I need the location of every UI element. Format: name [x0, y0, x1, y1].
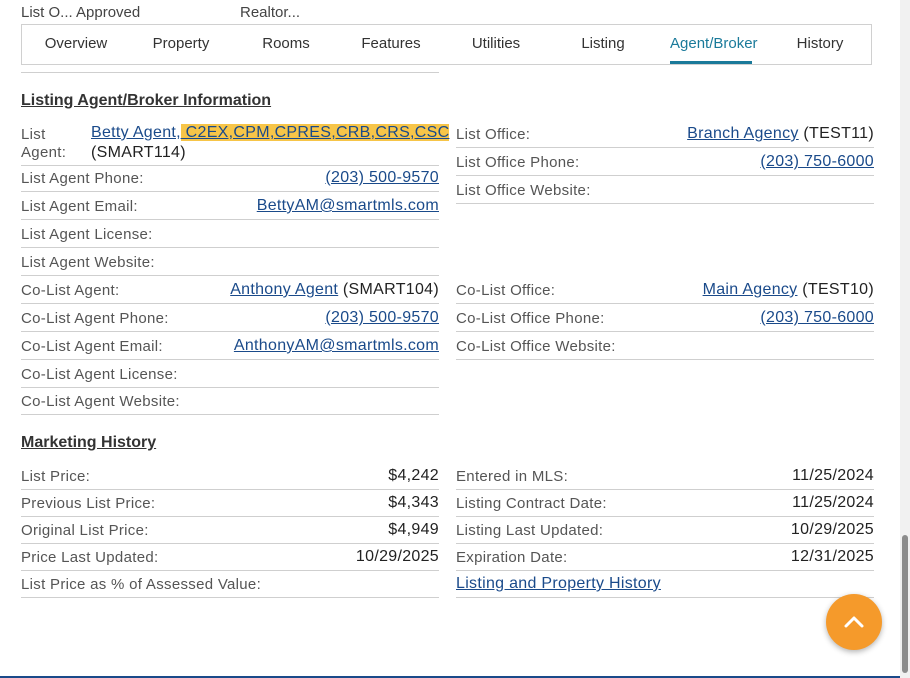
list-agent-label-1: List — [21, 126, 46, 143]
co-list-agent-phone-row: Co-List Agent Phone: (203) 500-9570 — [21, 306, 439, 332]
scrollbar-thumb[interactable] — [902, 535, 908, 673]
list-agent-value: Betty Agent, C2EX,CPM,CPRES,CRB,CRS,CSC — [91, 124, 450, 142]
clipped-content-above: List O... Approved Realtor... — [0, 0, 900, 22]
tab-overview[interactable]: Overview — [40, 25, 112, 64]
co-list-agent-phone-link[interactable]: (203) 500-9570 — [325, 309, 439, 326]
vertical-scrollbar[interactable] — [900, 0, 910, 678]
listing-last-updated-value: 10/29/2025 — [790, 521, 874, 538]
co-list-agent-name-link[interactable]: Anthony Agent — [230, 281, 338, 298]
list-agent-email-link[interactable]: BettyAM@smartmls.com — [257, 197, 439, 214]
listing-last-updated-row: Listing Last Updated: 10/29/2025 — [456, 518, 874, 544]
co-list-office-label: Co-List Office: — [456, 282, 556, 299]
list-office-name-link[interactable]: Branch Agency — [687, 125, 799, 142]
list-agent-row: List Agent: Betty Agent, C2EX,CPM,CPRES,… — [21, 122, 450, 166]
history-link-row: Listing and Property History — [456, 572, 874, 598]
tab-property[interactable]: Property — [150, 25, 212, 64]
tab-listing[interactable]: Listing — [577, 25, 629, 64]
listing-last-updated-label: Listing Last Updated: — [456, 522, 604, 539]
tab-agent-broker[interactable]: Agent/Broker — [670, 25, 758, 64]
list-office-phone-row: List Office Phone: (203) 750-6000 — [456, 150, 874, 176]
co-list-office-website-label: Co-List Office Website: — [456, 338, 616, 355]
list-agent-email-row: List Agent Email: BettyAM@smartmls.com — [21, 194, 439, 220]
co-list-office-phone-row: Co-List Office Phone: (203) 750-6000 — [456, 306, 874, 332]
co-list-office-id: (TEST10) — [797, 281, 874, 298]
previous-list-price-value: $4,343 — [388, 494, 439, 511]
section-title-agent: Listing Agent/Broker Information — [21, 92, 272, 109]
clipped-left-text: List O... Approved — [21, 4, 141, 21]
list-office-row: List Office: Branch Agency (TEST11) — [456, 122, 874, 148]
entered-in-mls-row: Entered in MLS: 11/25/2024 — [456, 464, 874, 490]
list-agent-name-link[interactable]: Betty Agent, — [91, 124, 181, 141]
co-list-agent-website-row: Co-List Agent Website: — [21, 389, 439, 415]
list-price-assessed-label: List Price as % of Assessed Value: — [21, 576, 262, 593]
list-price-label: List Price: — [21, 468, 91, 485]
price-last-updated-value: 10/29/2025 — [355, 548, 439, 565]
co-list-agent-row: Co-List Agent: Anthony Agent (SMART104) — [21, 278, 439, 304]
original-list-price-value: $4,949 — [388, 521, 439, 538]
list-office-phone-label: List Office Phone: — [456, 154, 580, 171]
list-office-phone-link[interactable]: (203) 750-6000 — [760, 153, 874, 170]
original-list-price-label: Original List Price: — [21, 522, 149, 539]
price-last-updated-label: Price Last Updated: — [21, 549, 159, 566]
entered-in-mls-value: 11/25/2024 — [792, 467, 874, 484]
list-office-label: List Office: — [456, 126, 531, 143]
co-list-agent-phone-label: Co-List Agent Phone: — [21, 310, 169, 327]
expiration-date-value: 12/31/2025 — [790, 548, 874, 565]
co-list-agent-license-row: Co-List Agent License: — [21, 362, 439, 388]
previous-list-price-row: Previous List Price: $4,343 — [21, 491, 439, 517]
agent-designations: C2EX,CPM,CPRES,CRB,CRS,CSC — [180, 124, 450, 141]
list-agent-phone-row: List Agent Phone: (203) 500-9570 — [21, 166, 439, 192]
expiration-date-label: Expiration Date: — [456, 549, 568, 566]
list-agent-website-label: List Agent Website: — [21, 254, 155, 271]
list-agent-email-label: List Agent Email: — [21, 198, 138, 215]
co-list-agent-email-row: Co-List Agent Email: AnthonyAM@smartmls.… — [21, 334, 439, 360]
tab-rooms[interactable]: Rooms — [260, 25, 312, 64]
list-office-website-row: List Office Website: — [456, 178, 874, 204]
co-list-office-website-row: Co-List Office Website: — [456, 334, 874, 360]
list-agent-license-row: List Agent License: — [21, 222, 439, 248]
list-agent-label-2: Agent: — [21, 144, 67, 161]
co-list-agent-license-label: Co-List Agent License: — [21, 366, 178, 383]
chevron-up-icon — [844, 616, 864, 628]
listing-property-history-link[interactable]: Listing and Property History — [456, 575, 661, 593]
list-price-assessed-row: List Price as % of Assessed Value: — [21, 572, 439, 598]
list-agent-phone-link[interactable]: (203) 500-9570 — [325, 169, 439, 186]
price-last-updated-row: Price Last Updated: 10/29/2025 — [21, 545, 439, 571]
list-agent-website-row: List Agent Website: — [21, 250, 439, 276]
list-price-row: List Price: $4,242 — [21, 464, 439, 490]
co-list-agent-website-label: Co-List Agent Website: — [21, 393, 180, 410]
divider — [21, 65, 439, 73]
listing-contract-date-row: Listing Contract Date: 11/25/2024 — [456, 491, 874, 517]
tab-utilities[interactable]: Utilities — [470, 25, 522, 64]
co-list-agent-email-link[interactable]: AnthonyAM@smartmls.com — [234, 337, 439, 354]
co-list-office-phone-label: Co-List Office Phone: — [456, 310, 605, 327]
co-list-office-phone-link[interactable]: (203) 750-6000 — [760, 309, 874, 326]
list-agent-phone-label: List Agent Phone: — [21, 170, 144, 187]
tab-features[interactable]: Features — [360, 25, 422, 64]
list-office-website-label: List Office Website: — [456, 182, 591, 199]
clipped-right-text: Realtor... — [240, 4, 301, 21]
expiration-date-row: Expiration Date: 12/31/2025 — [456, 545, 874, 571]
list-office-id: (TEST11) — [798, 125, 874, 142]
previous-list-price-label: Previous List Price: — [21, 495, 156, 512]
list-agent-license-label: List Agent License: — [21, 226, 153, 243]
listing-contract-date-value: 11/25/2024 — [792, 494, 874, 511]
co-list-agent-email-label: Co-List Agent Email: — [21, 338, 163, 355]
co-list-office-name-link[interactable]: Main Agency — [703, 281, 798, 298]
listing-contract-date-label: Listing Contract Date: — [456, 495, 607, 512]
co-list-agent-id: (SMART104) — [338, 281, 439, 298]
tab-history[interactable]: History — [795, 25, 845, 64]
original-list-price-row: Original List Price: $4,949 — [21, 518, 439, 544]
list-agent-id: (SMART114) — [91, 144, 186, 161]
entered-in-mls-label: Entered in MLS: — [456, 468, 569, 485]
co-list-office-row: Co-List Office: Main Agency (TEST10) — [456, 278, 874, 304]
agent-designations-link[interactable]: C2EX,CPM,CPRES,CRB,CRS,CSC — [181, 124, 450, 141]
section-title-marketing: Marketing History — [21, 434, 157, 451]
co-list-agent-label: Co-List Agent: — [21, 282, 120, 299]
list-price-value: $4,242 — [388, 467, 439, 484]
scroll-to-top-button[interactable] — [826, 594, 882, 650]
tab-bar: Overview Property Rooms Features Utiliti… — [21, 24, 872, 65]
